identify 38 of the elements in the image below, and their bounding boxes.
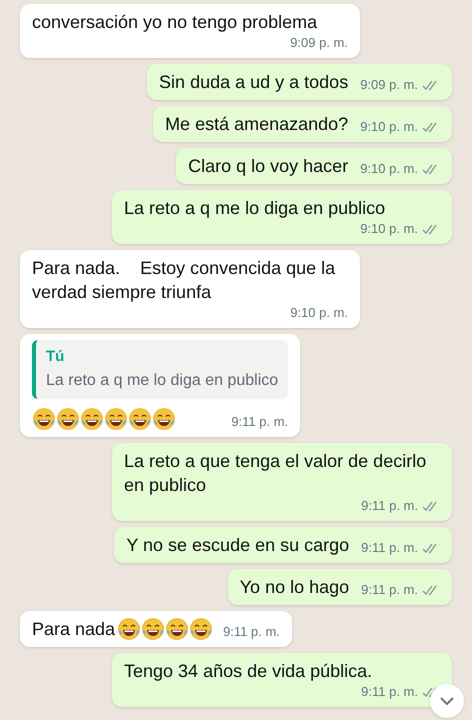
laughing-face-icon: [128, 406, 152, 430]
message-text: Claro q lo voy hacer: [188, 155, 348, 178]
message-time: 9:11 p. m.: [361, 496, 418, 514]
message-time: 9:09 p. m.: [290, 34, 348, 52]
quote-author: Tú: [46, 347, 66, 367]
message-time: 9:10 p. m.: [290, 304, 348, 322]
chevron-down-icon: [440, 696, 454, 706]
message-text: Para nada. Estoy convencida que la verdad siempre triunfa: [32, 257, 336, 304]
message-time: 9:10 p. m.: [360, 160, 418, 178]
message-time: 9:09 p. m.: [360, 76, 418, 94]
message-time: 9:11 p. m.: [231, 412, 288, 430]
message-text: La reto a que tenga el valor de decirlo en publico: [124, 450, 428, 496]
message-text: Me está amenazando?: [165, 113, 348, 136]
message-time: 9:11 p. m.: [361, 682, 418, 700]
message-text: Yo no lo hago: [240, 576, 350, 598]
laughing-face-icon: [152, 406, 176, 430]
laughing-face-icon: [117, 616, 142, 640]
message-time: 9:10 p. m.: [360, 220, 418, 238]
scroll-down-button[interactable]: [430, 684, 464, 718]
message-text: conversación yo no tengo problema: [32, 11, 318, 34]
laughing-face-icon: [104, 406, 128, 430]
laughing-face-icon: [80, 406, 104, 430]
quoted-message[interactable]: Tú La reto a q me lo diga en publico: [32, 340, 288, 398]
message-time: 9:10 p. m.: [360, 118, 418, 136]
message-time: 9:11 p. m.: [361, 580, 418, 598]
message-time: 9:11 p. m.: [223, 622, 280, 640]
message-text: Y no se escude en su cargo: [126, 534, 350, 556]
laughing-face-icon: [189, 616, 214, 640]
laughing-face-icon: [56, 406, 80, 430]
message-time: 9:11 p. m.: [361, 538, 418, 556]
message-text: Sin duda a ud y a todos: [159, 71, 348, 94]
quote-text: La reto a q me lo diga en publico: [46, 370, 278, 390]
laughing-face-icon: [165, 616, 190, 640]
message-text: Tengo 34 años de vida pública.: [124, 660, 372, 682]
message-text: La reto a q me lo diga en publico: [124, 197, 386, 220]
laughing-face-icon: [141, 616, 166, 640]
message-text: Para nada: [32, 618, 116, 640]
laughing-face-icon: [32, 406, 56, 430]
